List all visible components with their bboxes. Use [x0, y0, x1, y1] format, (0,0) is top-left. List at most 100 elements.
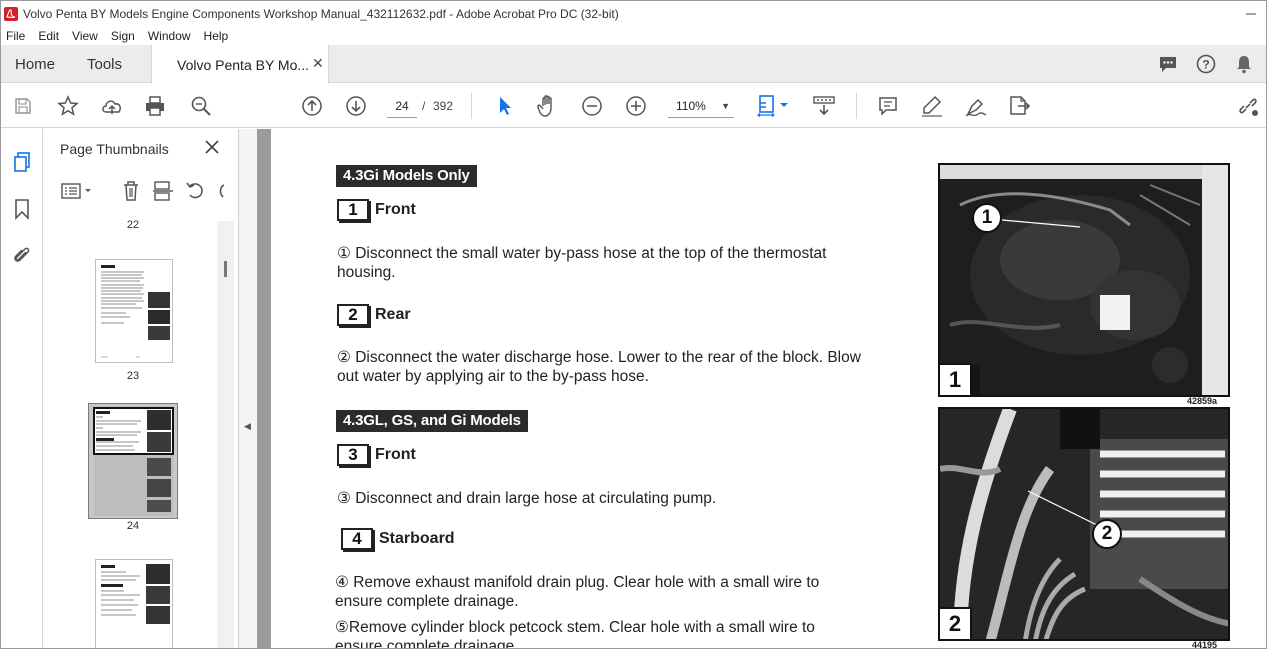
engine-photo-2: 2 2: [938, 407, 1230, 641]
toolbar-divider: [471, 93, 472, 119]
page-separator: /: [422, 99, 426, 113]
navigation-rail: [1, 129, 43, 648]
zoom-search-icon[interactable]: [188, 93, 214, 119]
step-number-box: 1: [337, 199, 369, 221]
minimize-button[interactable]: [1236, 1, 1266, 27]
tab-tools[interactable]: Tools: [87, 45, 122, 83]
bookmarks-icon[interactable]: [9, 196, 35, 222]
minimize-icon: [1246, 13, 1256, 15]
chevron-down-icon: ▼: [721, 101, 730, 111]
help-icon[interactable]: ?: [1194, 52, 1218, 76]
text-line: ④ Remove exhaust manifold drain plug. Cl…: [335, 574, 820, 591]
toolbar-divider: [856, 93, 857, 119]
panel-title: Page Thumbnails: [60, 141, 169, 157]
photo-number-1: 1: [940, 363, 972, 395]
tab-document-label: Volvo Penta BY Mo...: [177, 56, 310, 73]
step-1-heading: 1 Front: [337, 199, 416, 221]
step-2-heading: 2 Rear: [337, 304, 411, 326]
comment-icon[interactable]: [875, 93, 901, 119]
photo-caption-1: 42859a: [1187, 396, 1218, 406]
thumbnail-page-24[interactable]: [88, 403, 178, 519]
scrollbar-thumb[interactable]: [224, 261, 227, 277]
tab-home[interactable]: Home: [15, 45, 55, 83]
options-menu-icon[interactable]: [59, 179, 95, 203]
step-1-text: ① Disconnect the small water by-pass hos…: [337, 244, 826, 282]
comment-bubble-icon[interactable]: [1156, 52, 1180, 76]
text-line: ① Disconnect the small water by-pass hos…: [337, 245, 827, 262]
thumbnail-page-25[interactable]: [95, 559, 173, 648]
main-toolbar: 24 / 392 110% ▼: [1, 84, 1266, 128]
notifications-bell-icon[interactable]: [1232, 52, 1256, 76]
zoom-level-select[interactable]: 110% ▼: [668, 94, 734, 118]
menu-bar: File Edit View Sign Window Help: [1, 27, 1266, 45]
engine-photo-2-image: [940, 409, 1228, 639]
thumbnail-page-23[interactable]: [95, 259, 173, 363]
page-number-input[interactable]: 24: [387, 94, 417, 118]
text-line: ② Disconnect the water discharge hose. L…: [337, 349, 861, 366]
share-link-icon[interactable]: [1235, 93, 1261, 119]
select-cursor-icon[interactable]: [491, 93, 517, 119]
thumbnail-page-23-preview: [101, 265, 170, 358]
thumbnail-label-22: 22: [126, 219, 140, 231]
zoom-out-icon[interactable]: [579, 93, 605, 119]
menu-view[interactable]: View: [72, 29, 98, 43]
zoom-in-icon[interactable]: [623, 93, 649, 119]
acrobat-logo-icon: [4, 7, 18, 21]
step-number-box: 4: [341, 528, 373, 550]
thumbnail-scrollbar[interactable]: [217, 221, 234, 648]
menu-edit[interactable]: Edit: [38, 29, 59, 43]
thumbnail-label-24: 24: [126, 520, 140, 532]
svg-text:?: ?: [1202, 58, 1209, 72]
hand-tool-icon[interactable]: [535, 93, 561, 119]
thumbnail-label-23: 23: [126, 370, 140, 382]
acrobat-window: Volvo Penta BY Models Engine Components …: [0, 0, 1267, 649]
thumbnail-tools: [56, 177, 231, 205]
text-line: out water by applying air to the by-pass…: [337, 368, 649, 385]
photo-caption-2: 44195: [1192, 640, 1218, 649]
page-thumbnails-icon[interactable]: [9, 149, 35, 175]
rotate-counterclockwise-icon[interactable]: [183, 179, 207, 203]
step-label: Rear: [375, 306, 411, 323]
page-total: 392: [433, 99, 454, 113]
attachments-paperclip-icon[interactable]: [9, 242, 35, 268]
text-line: ensure complete drainage.: [335, 638, 519, 649]
scrolling-mode-icon[interactable]: [811, 93, 837, 119]
previous-page-icon[interactable]: [299, 93, 325, 119]
thumbnail-list: 22 23 24: [44, 215, 239, 648]
title-bar: Volvo Penta BY Models Engine Components …: [1, 1, 1266, 27]
next-page-icon[interactable]: [343, 93, 369, 119]
collapse-panel-arrow-icon[interactable]: ◀: [244, 421, 251, 432]
menu-file[interactable]: File: [6, 29, 25, 43]
text-line: housing.: [337, 264, 396, 281]
document-viewport: 4.3Gi Models Only 1 Front ① Disconnect t…: [257, 129, 1266, 649]
fill-sign-icon[interactable]: [1007, 93, 1033, 119]
step-2-text: ② Disconnect the water discharge hose. L…: [337, 348, 861, 386]
tab-document[interactable]: Volvo Penta BY Mo... ✕: [151, 45, 329, 84]
save-icon[interactable]: [10, 93, 36, 119]
photo-callout-2: 2: [1092, 519, 1122, 549]
text-line: ensure complete drainage.: [335, 593, 519, 610]
menu-help[interactable]: Help: [204, 29, 229, 43]
tab-close-icon[interactable]: ✕: [312, 55, 324, 72]
step-4-text: ④ Remove exhaust manifold drain plug. Cl…: [335, 573, 819, 611]
draw-pen-icon[interactable]: [963, 93, 989, 119]
panel-splitter[interactable]: ◀: [239, 129, 257, 648]
print-icon[interactable]: [142, 93, 168, 119]
menu-window[interactable]: Window: [148, 29, 191, 43]
menu-sign[interactable]: Sign: [111, 29, 135, 43]
step-label: Starboard: [379, 530, 455, 547]
fit-page-icon[interactable]: [755, 93, 791, 119]
highlight-pen-icon[interactable]: [919, 93, 945, 119]
extract-pages-icon[interactable]: [151, 179, 175, 203]
delete-page-trash-icon[interactable]: [119, 179, 143, 203]
zoom-level-value: 110%: [676, 99, 706, 113]
step-number-box: 3: [337, 444, 369, 466]
rotate-clockwise-icon[interactable]: [213, 179, 231, 203]
section-header-1: 4.3Gi Models Only: [336, 165, 477, 187]
cloud-upload-icon[interactable]: [99, 93, 125, 119]
page-thumbnails-panel: Page Thumbnails 22 23 24: [44, 129, 239, 648]
tab-bar: Home Tools Volvo Penta BY Mo... ✕ ?: [1, 45, 1266, 84]
bookmark-star-icon[interactable]: [55, 93, 81, 119]
close-panel-icon[interactable]: [202, 137, 222, 157]
text-line: ⑤Remove cylinder block petcock stem. Cle…: [335, 619, 815, 636]
